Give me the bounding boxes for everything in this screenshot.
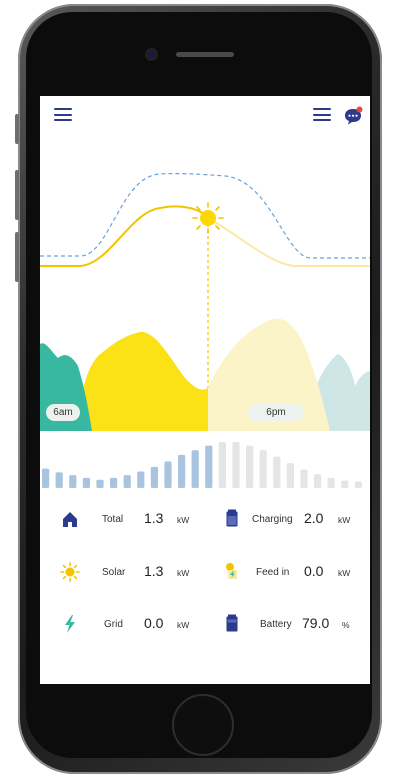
stat-feed-in-value: 0.0 <box>304 563 324 579</box>
usage-bar <box>69 475 77 488</box>
stat-total-value: 1.3 <box>144 510 164 526</box>
battery-icon <box>226 614 238 632</box>
stat-total-unit: kW <box>177 515 190 525</box>
stat-solar-label: Solar <box>102 567 126 578</box>
usage-bar <box>314 474 322 488</box>
stat-grid-label: Grid <box>104 619 123 630</box>
stat-solar-unit: kW <box>177 568 190 578</box>
usage-bar <box>164 461 172 488</box>
stat-total-label: Total <box>102 514 124 525</box>
usage-bar <box>96 479 104 488</box>
usage-bar <box>55 472 63 488</box>
stat-grid-value: 0.0 <box>144 615 164 631</box>
usage-bars <box>42 442 362 488</box>
app-screen: 6am 6pm Total 1.3 kW Charging 2.0 kW Sol… <box>40 96 370 684</box>
usage-bar <box>82 477 90 488</box>
day-yellow-area <box>78 331 208 431</box>
stats-panel: Total 1.3 kW Charging 2.0 kW Solar 1.3 k… <box>40 496 370 684</box>
usage-bar <box>273 456 281 488</box>
sun-icon <box>60 562 80 582</box>
usage-bar <box>205 445 213 488</box>
usage-bar <box>191 450 199 488</box>
stage: 6am 6pm Total 1.3 kW Charging 2.0 kW Sol… <box>0 0 398 778</box>
usage-bar <box>354 481 362 488</box>
stat-feed-in-unit: kW <box>338 568 351 578</box>
lightning-icon <box>65 615 75 633</box>
usage-bar <box>137 471 145 488</box>
stat-row-1: Total 1.3 kW Charging 2.0 kW <box>40 506 370 536</box>
stat-charging-label: Charging <box>252 514 293 525</box>
stat-charging-unit: kW <box>338 515 351 525</box>
stat-row-3: Grid 0.0 kW Battery 79.0 % <box>40 611 370 641</box>
stat-feed-in-label: Feed in <box>256 567 290 578</box>
usage-bar <box>286 463 294 488</box>
usage-bar <box>178 454 186 488</box>
usage-bar <box>232 442 240 488</box>
home-icon <box>63 512 77 527</box>
stat-battery-value: 79.0 <box>302 615 330 631</box>
volume-down-button <box>15 232 19 282</box>
usage-bar <box>42 468 50 488</box>
usage-bar <box>341 480 349 488</box>
usage-bar <box>123 475 131 488</box>
stat-row-2: Solar 1.3 kW Feed in 0.0 kW <box>40 559 370 589</box>
usage-bar <box>300 469 308 488</box>
usage-bar <box>150 466 158 488</box>
usage-bar <box>218 442 226 488</box>
time-label-6am: 6am <box>46 404 80 421</box>
feed-in-icon <box>226 563 237 579</box>
stat-battery-unit: % <box>342 620 350 630</box>
usage-bar <box>110 477 118 488</box>
energy-chart <box>40 173 370 488</box>
stat-charging-value: 2.0 <box>304 510 324 526</box>
front-camera <box>147 50 156 59</box>
home-button[interactable] <box>172 694 234 756</box>
volume-up-button <box>15 170 19 220</box>
mute-switch <box>15 114 19 144</box>
solar-curve-future <box>207 217 370 267</box>
stat-battery-label: Battery <box>260 619 292 630</box>
usage-bar <box>259 450 267 488</box>
battery-charging-icon <box>226 509 238 527</box>
stat-solar-value: 1.3 <box>144 563 164 579</box>
sun-position-icon <box>192 202 224 234</box>
usage-bar <box>327 477 335 488</box>
stat-grid-unit: kW <box>177 620 190 630</box>
solar-curve <box>40 205 209 267</box>
time-label-6pm: 6pm <box>248 404 304 421</box>
earpiece-speaker <box>176 52 234 57</box>
usage-bar <box>246 445 254 488</box>
